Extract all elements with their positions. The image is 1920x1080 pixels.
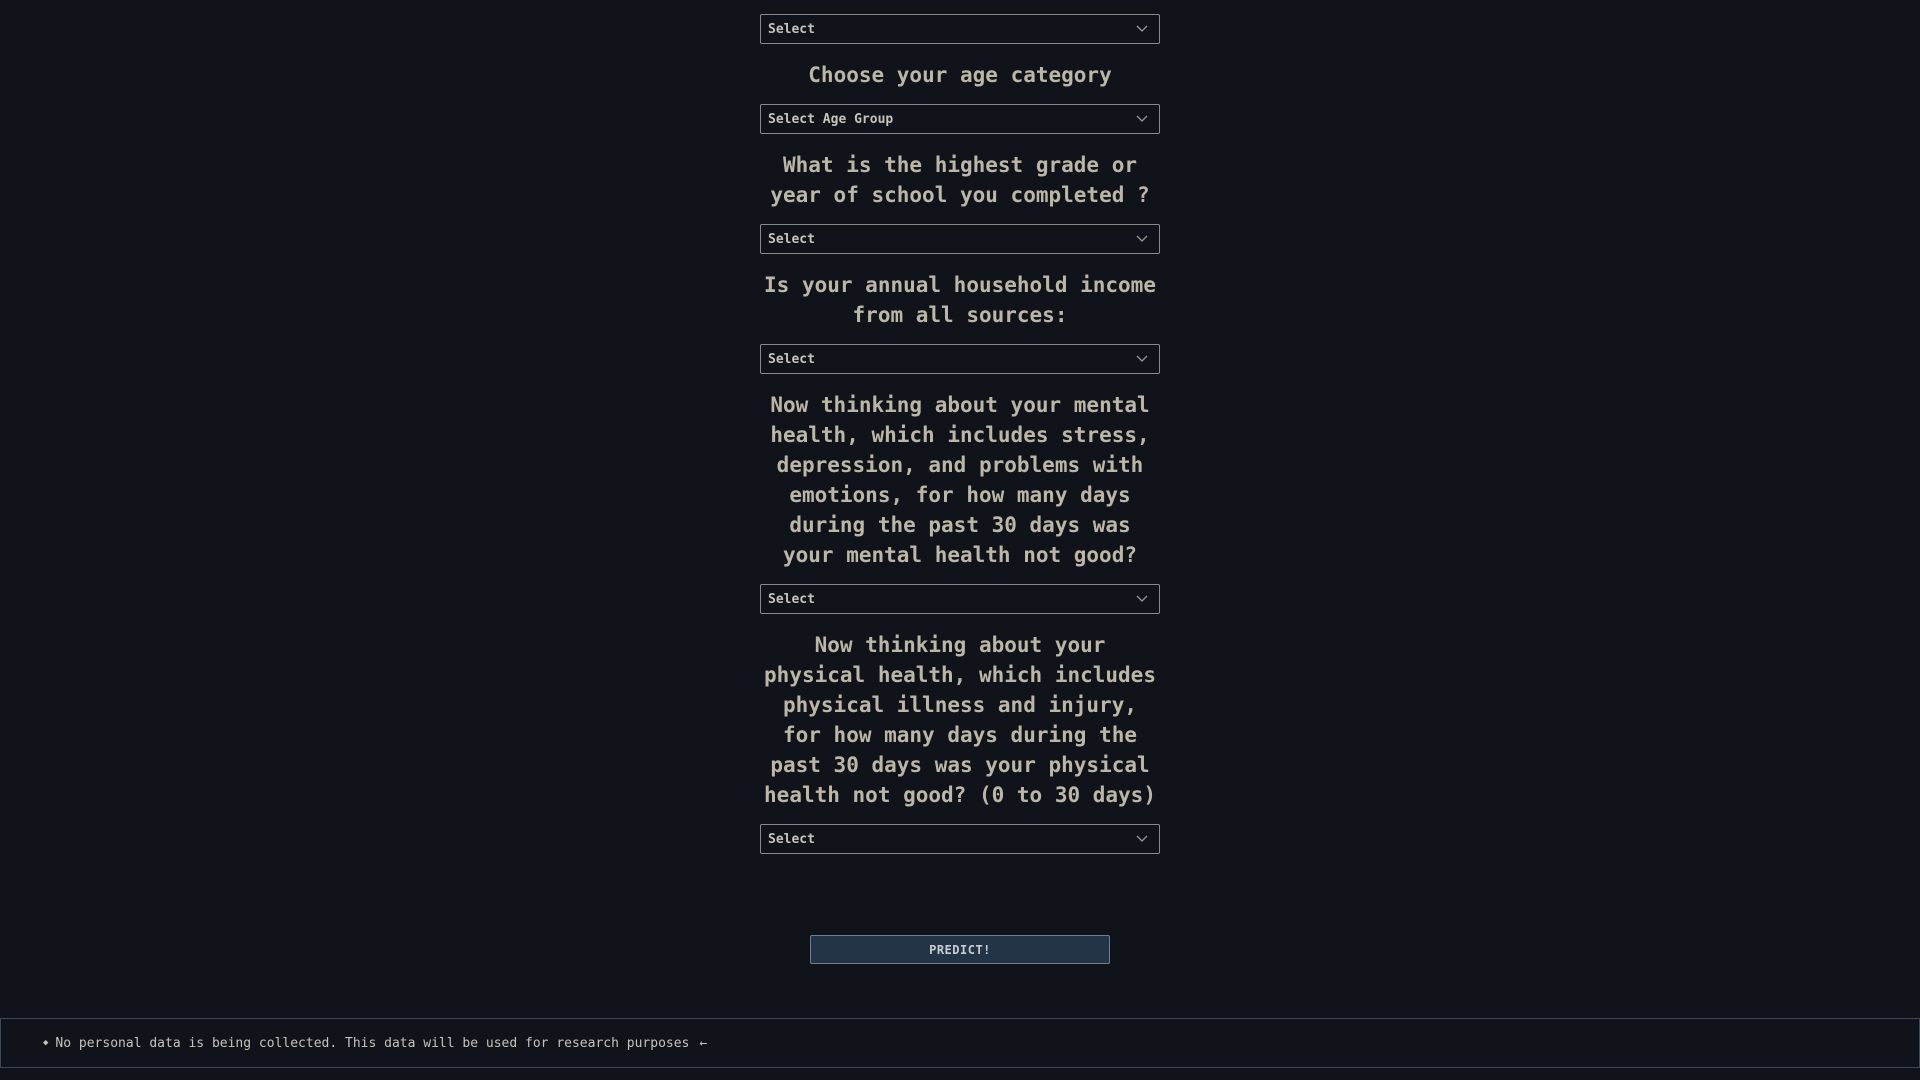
education-select-value: Select bbox=[768, 231, 815, 247]
question-education: What is the highest grade or year of sch… bbox=[770, 153, 1150, 207]
predict-container: PREDICT! bbox=[810, 935, 1110, 964]
question-age-category: Choose your age category bbox=[808, 63, 1112, 87]
top-select-value: Select bbox=[768, 21, 815, 37]
chevron-down-icon bbox=[1135, 232, 1149, 246]
privacy-notice-text: No personal data is being collected. Thi… bbox=[55, 1035, 690, 1051]
chevron-down-icon bbox=[1135, 352, 1149, 366]
question-physical-health: Now thinking about your physical health,… bbox=[764, 633, 1156, 807]
diamond-bullet-icon: ◆ bbox=[43, 1038, 49, 1048]
age-group-select-value: Select Age Group bbox=[768, 111, 894, 127]
education-select[interactable]: Select bbox=[760, 224, 1160, 254]
age-group-select[interactable]: Select Age Group bbox=[760, 104, 1160, 134]
top-select[interactable]: Select bbox=[760, 14, 1160, 44]
mental-health-select[interactable]: Select bbox=[760, 584, 1160, 614]
predict-button[interactable]: PREDICT! bbox=[810, 935, 1110, 964]
chevron-down-icon bbox=[1135, 112, 1149, 126]
chevron-down-icon bbox=[1135, 832, 1149, 846]
mental-health-select-value: Select bbox=[768, 591, 815, 607]
income-select-value: Select bbox=[768, 351, 815, 367]
physical-health-select-value: Select bbox=[768, 831, 815, 847]
arrow-left-icon: ← bbox=[699, 1035, 708, 1051]
chevron-down-icon bbox=[1135, 22, 1149, 36]
physical-health-select[interactable]: Select bbox=[760, 824, 1160, 854]
question-mental-health: Now thinking about your mental health, w… bbox=[770, 393, 1150, 567]
income-select[interactable]: Select bbox=[760, 344, 1160, 374]
survey-form: Select Choose your age category Select A… bbox=[760, 14, 1160, 854]
chevron-down-icon bbox=[1135, 592, 1149, 606]
question-income: Is your annual household income from all… bbox=[764, 273, 1156, 327]
privacy-notice-bar: ◆ No personal data is being collected. T… bbox=[0, 1018, 1920, 1068]
